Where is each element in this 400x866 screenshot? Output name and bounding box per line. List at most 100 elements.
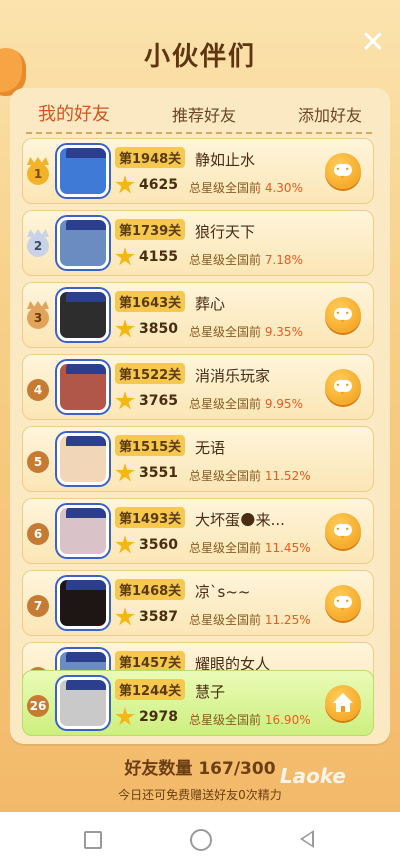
friend-row[interactable]: 7 第1468关 凉`s~~ 3587 总星级全国前 11.25% • • •: [22, 570, 374, 636]
star-count: 3551: [139, 465, 178, 481]
rank-badge: 7: [27, 595, 49, 617]
chat-dots: • • •: [335, 309, 351, 326]
friends-list[interactable]: 1 第1948关 静如止水 4625 总星级全国前 4.30% • • • 2 第1739关狼…: [22, 138, 374, 744]
national-ranking: 总星级全国前 9.95%: [189, 395, 303, 412]
national-ranking: 总星级全国前 11.25%: [189, 611, 311, 628]
ranking-prefix: 总星级全国前: [189, 713, 262, 727]
chat-dots: • • •: [335, 525, 351, 542]
gift-note: 今日还可免费赠送好友0次精力: [118, 788, 282, 802]
ranking-percent: 11.45%: [264, 541, 311, 555]
star-icon: [115, 319, 135, 338]
national-ranking: 总星级全国前 11.45%: [189, 539, 311, 556]
star-icon: [115, 463, 135, 482]
level-label: 第1468关: [115, 579, 186, 600]
friend-row[interactable]: 5 第1515关 无语 3551 总星级全国前 11.52%: [22, 426, 374, 492]
level-label: 第1522关: [115, 363, 186, 384]
star-icon: [115, 707, 135, 726]
star-icon: [115, 535, 135, 554]
friend-row[interactable]: 4 第1522关 消消乐玩家 3765 总星级全国前 9.95% • • •: [22, 354, 374, 420]
avatar-hat-decoration: [66, 220, 106, 230]
national-ranking: 总星级全国前 7.18%: [189, 251, 303, 268]
tab-bar: 我的好友 推荐好友 添加好友: [30, 98, 370, 132]
avatar[interactable]: [57, 505, 109, 557]
avatar-hat-decoration: [66, 436, 106, 446]
avatar-hat-decoration: [66, 508, 106, 518]
national-ranking: 总星级全国前 11.52%: [189, 467, 311, 484]
ranking-percent: 9.35%: [264, 325, 303, 339]
chat-dots: • • •: [335, 597, 351, 614]
star-icon: [115, 247, 135, 266]
national-ranking: 总星级全国前 16.90%: [189, 711, 311, 728]
avatar[interactable]: [57, 217, 109, 269]
tab-recommended-friends[interactable]: 推荐好友: [164, 96, 244, 132]
star-count: 3850: [139, 321, 178, 337]
my-rank-row[interactable]: 26 第1244关 慧子 2978 总星级全国前 16.90%: [22, 670, 374, 736]
message-button[interactable]: • • •: [325, 297, 361, 333]
star-count: 3560: [139, 537, 178, 553]
player-name: 慧子: [195, 683, 226, 701]
star-count: 3587: [139, 609, 178, 625]
star-icon: [115, 391, 135, 410]
avatar[interactable]: [57, 433, 109, 485]
friend-row[interactable]: 2 第1739关 狼行天下 4155 总星级全国前 7.18%: [22, 210, 374, 276]
level-label: 第1948关: [115, 147, 186, 168]
back-nav-icon-inner: [303, 833, 312, 845]
crown-icon: [27, 229, 49, 237]
message-button[interactable]: • • •: [325, 513, 361, 549]
level-label: 第1739关: [115, 219, 186, 240]
national-ranking: 总星级全国前 9.35%: [189, 323, 303, 340]
player-name: 消消乐玩家: [195, 367, 271, 385]
national-ranking: 总星级全国前 4.30%: [189, 179, 303, 196]
ranking-percent: 11.52%: [264, 469, 311, 483]
ranking-prefix: 总星级全国前: [189, 469, 262, 483]
crown-icon: [27, 301, 49, 309]
avatar[interactable]: [57, 361, 109, 413]
recent-apps-icon[interactable]: [84, 831, 102, 849]
crown-icon: [27, 157, 49, 165]
avatar-hat-decoration: [66, 148, 106, 158]
ranking-prefix: 总星级全国前: [189, 397, 262, 411]
rank-badge: 4: [27, 379, 49, 401]
chat-dots: • • •: [335, 381, 351, 398]
level-label: 第1244关: [115, 679, 186, 700]
avatar[interactable]: [57, 677, 109, 729]
star-count: 3765: [139, 393, 178, 409]
avatar[interactable]: [57, 289, 109, 341]
ranking-percent: 11.25%: [264, 613, 311, 627]
tab-divider: [26, 132, 372, 134]
level-label: 第1493关: [115, 507, 186, 528]
level-label: 第1515关: [115, 435, 186, 456]
message-button[interactable]: • • •: [325, 153, 361, 189]
star-icon: [115, 607, 135, 626]
friend-row[interactable]: 3 第1643关 葬心 3850 总星级全国前 9.35% • • •: [22, 282, 374, 348]
level-label: 第1643关: [115, 291, 186, 312]
star-count: 4625: [139, 177, 178, 193]
avatar[interactable]: [57, 145, 109, 197]
rank-badge: 5: [27, 451, 49, 473]
ranking-prefix: 总星级全国前: [189, 325, 262, 339]
rank-badge: 26: [27, 695, 49, 717]
rank-badge: 2: [27, 229, 49, 257]
avatar-hat-decoration: [66, 364, 106, 374]
message-button[interactable]: • • •: [325, 585, 361, 621]
player-name: 大坏蛋🌑来...: [195, 511, 285, 529]
home-nav-icon[interactable]: [190, 829, 212, 851]
ranking-percent: 16.90%: [264, 713, 311, 727]
star-icon: [115, 175, 135, 194]
star-count: 2978: [139, 709, 178, 725]
tab-my-friends[interactable]: 我的好友: [30, 94, 118, 132]
ranking-percent: 4.30%: [264, 181, 303, 195]
ranking-prefix: 总星级全国前: [189, 541, 262, 555]
avatar-hat-decoration: [66, 580, 106, 590]
rank-badge: 1: [27, 157, 49, 185]
ranking-prefix: 总星级全国前: [189, 253, 262, 267]
home-button[interactable]: [325, 685, 361, 721]
friend-row[interactable]: 1 第1948关 静如止水 4625 总星级全国前 4.30% • • •: [22, 138, 374, 204]
tab-add-friends[interactable]: 添加好友: [290, 96, 370, 132]
ranking-prefix: 总星级全国前: [189, 613, 262, 627]
avatar[interactable]: [57, 577, 109, 629]
avatar-hat-decoration: [66, 652, 106, 662]
message-button[interactable]: • • •: [325, 369, 361, 405]
close-icon[interactable]: ✕: [360, 28, 386, 58]
friend-row[interactable]: 6 第1493关 大坏蛋🌑来... 3560 总星级全国前 11.45% • • •: [22, 498, 374, 564]
